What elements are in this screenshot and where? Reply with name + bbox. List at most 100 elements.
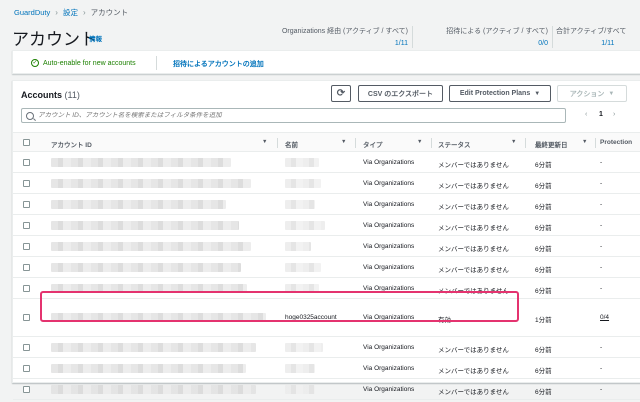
page-next-icon[interactable]: › [613,111,615,118]
accounts-title-text: Accounts [21,90,63,100]
account-type: Via Organizations [363,264,415,271]
breadcrumb: GuardDuty › 設定 › アカウント [14,7,128,18]
accounts-count: (11) [64,90,80,100]
sort-icon[interactable]: ▼ [417,139,422,145]
table-row[interactable]: Via Organizations メンバーではありません 6分前 - [13,358,640,379]
search-input[interactable] [38,112,558,119]
refresh-icon: ⟳ [336,88,346,99]
column-type[interactable]: タイプ [363,139,383,149]
account-status: メンバーではありません [438,246,509,253]
table-row[interactable]: Via Organizations メンバーではありません 6分前 - [13,337,640,358]
page-number[interactable]: 1 [599,111,603,118]
account-id-redacted[interactable] [51,263,241,272]
last-updated: 6分前 [535,288,552,295]
protection-plans[interactable]: 0/4 [600,314,609,321]
caret-down-icon: ▼ [534,90,541,97]
sort-icon[interactable]: ▼ [341,139,346,145]
account-status: メンバーではありません [438,267,509,274]
sort-icon[interactable]: ▼ [582,139,587,145]
account-id-redacted[interactable] [51,158,231,167]
refresh-button[interactable]: ⟳ [331,85,351,102]
stat-value[interactable]: 0/0 [446,40,548,47]
add-accounts-by-invitation-link[interactable]: 招待によるアカウントの追加 [173,59,264,69]
account-status: メンバーではありません [438,347,509,354]
account-id-redacted[interactable] [51,385,256,394]
account-status: メンバーではありません [438,162,509,169]
account-type: Via Organizations [363,365,415,372]
account-name-redacted [285,200,315,209]
table-row[interactable]: Via Organizations メンバーではありません 6分前 - [13,152,640,173]
row-checkbox[interactable] [23,344,30,351]
breadcrumb-current: アカウント [90,8,129,17]
row-checkbox[interactable] [23,222,30,229]
column-last-updated[interactable]: 最終更新日 [535,139,568,149]
protection-plans: - [600,201,603,208]
column-status[interactable]: ステータス [438,139,471,149]
row-checkbox[interactable] [23,201,30,208]
auto-enable-status[interactable]: ✓ Auto-enable for new accounts [31,59,136,67]
column-protection[interactable]: Protection [600,139,632,146]
row-checkbox[interactable] [23,285,30,292]
table-row[interactable]: Via Organizations メンバーではありません 6分前 - [13,379,640,400]
account-name-redacted [285,221,325,230]
column-divider [277,138,278,148]
sort-icon[interactable]: ▼ [262,139,267,145]
actions-label: アクション [569,90,605,98]
row-checkbox[interactable] [23,314,30,321]
protection-plans: - [600,344,603,351]
stat-value[interactable]: 1/11 [596,40,626,47]
highlight-annotation [40,291,519,322]
row-checkbox[interactable] [23,159,30,166]
column-divider [525,138,526,148]
account-type: Via Organizations [363,180,415,187]
row-checkbox[interactable] [23,180,30,187]
account-status: メンバーではありません [438,225,509,232]
breadcrumb-settings[interactable]: 設定 [63,7,78,18]
account-type: Via Organizations [363,222,415,229]
auto-enable-label: Auto-enable for new accounts [43,59,136,67]
account-status: メンバーではありません [438,368,509,375]
account-id-redacted[interactable] [51,242,251,251]
last-updated: 6分前 [535,246,552,253]
last-updated: 6分前 [535,162,552,169]
search-bar[interactable] [21,108,566,123]
account-type: Via Organizations [363,344,415,351]
stat-organizations: Organizations 経由 (アクティブ / すべて) 1/11 [282,26,408,47]
table-row[interactable]: Via Organizations メンバーではありません 6分前 - [13,257,640,278]
table-row[interactable]: Via Organizations メンバーではありません 6分前 - [13,215,640,236]
last-updated: 6分前 [535,368,552,375]
stat-label: 合計アクティブ/すべて [556,28,627,35]
page-prev-icon[interactable]: ‹ [585,111,587,118]
stat-total: 合計アクティブ/すべて 1/11 [556,26,626,47]
column-name[interactable]: 名前 [285,139,298,149]
edit-protection-plans-button[interactable]: Edit Protection Plans ▼ [449,85,551,102]
table-row[interactable]: Via Organizations メンバーではありません 6分前 - [13,173,640,194]
column-divider [431,138,432,148]
row-checkbox[interactable] [23,386,30,393]
chevron-right-icon: › [82,8,86,17]
account-name-redacted [285,179,321,188]
row-checkbox[interactable] [23,243,30,250]
account-id-redacted[interactable] [51,221,239,230]
row-checkbox[interactable] [23,264,30,271]
account-id-redacted[interactable] [51,364,246,373]
protection-plans: - [600,159,603,166]
row-checkbox[interactable] [23,365,30,372]
actions-dropdown[interactable]: アクション ▼ [557,85,627,102]
table-row[interactable]: Via Organizations メンバーではありません 6分前 - [13,236,640,257]
info-link[interactable]: 情報 [89,33,102,43]
export-csv-button[interactable]: CSV のエクスポート [358,85,443,102]
sort-icon[interactable]: ▼ [511,139,516,145]
account-id-redacted[interactable] [51,200,226,209]
account-status: メンバーではありません [438,389,509,396]
select-all-checkbox[interactable] [23,139,30,146]
page-title: アカウント [12,30,97,49]
last-updated: 6分前 [535,183,552,190]
table-row[interactable]: Via Organizations メンバーではありません 6分前 - [13,194,640,215]
breadcrumb-guardduty[interactable]: GuardDuty [14,8,50,17]
account-id-redacted[interactable] [51,179,251,188]
stat-value[interactable]: 1/11 [282,40,408,47]
column-account-id[interactable]: アカウント ID [51,139,92,149]
stat-label: 招待による (アクティブ / すべて) [446,28,548,35]
account-id-redacted[interactable] [51,343,256,352]
